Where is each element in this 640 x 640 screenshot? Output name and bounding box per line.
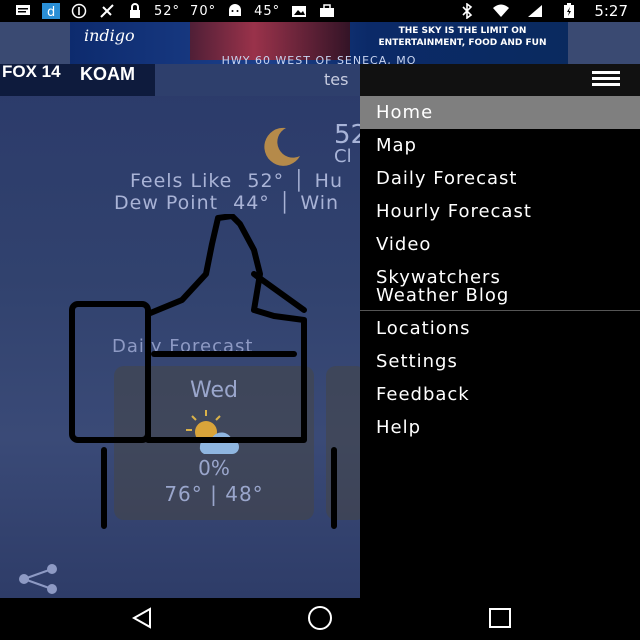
hamburger-menu-button[interactable] — [592, 71, 620, 89]
separator: │ — [293, 170, 306, 192]
drawer-item-feedback[interactable]: Feedback — [376, 386, 470, 404]
drawer-item-video[interactable]: Video — [376, 236, 431, 254]
dew-point-label: Dew Point — [114, 192, 219, 214]
signal-icon — [526, 3, 544, 19]
battery-charging-icon — [560, 3, 578, 19]
back-icon[interactable] — [130, 606, 154, 630]
drawer-item-locations[interactable]: Locations — [376, 320, 471, 338]
logo-fox: FOX 14 — [2, 64, 61, 81]
dew-point-value: 44° — [233, 192, 270, 214]
share-icon[interactable] — [16, 564, 60, 594]
menu-line — [592, 71, 620, 74]
fox-weather-icon — [98, 3, 116, 19]
home-icon[interactable] — [306, 606, 334, 630]
status-temp-1: 52° — [154, 3, 181, 19]
logo-koam: KOAM — [80, 64, 135, 84]
dew-point-row: Dew Point 44° │ Win — [114, 192, 339, 214]
message-icon — [14, 3, 32, 19]
drawer-item-hourly-forecast[interactable]: Hourly Forecast — [376, 203, 532, 221]
system-nav-bar — [0, 598, 640, 640]
status-bar: d 52° 70° 45° 5:27 — [0, 0, 640, 22]
menu-line — [592, 77, 620, 80]
app-bar: FOX 14 KOAM tes — [0, 64, 360, 96]
ad-logo: indigo — [84, 26, 135, 45]
svg-text:d: d — [47, 5, 55, 19]
wifi-icon — [492, 3, 510, 19]
separator: │ — [278, 192, 292, 214]
drawer-item-settings[interactable]: Settings — [376, 353, 458, 371]
drawer-item-map[interactable]: Map — [376, 137, 417, 155]
feels-like-row: Feels Like 52° │ Hu — [130, 170, 343, 192]
status-temp-2: 70° — [190, 3, 217, 19]
drawer-item-home[interactable]: Home — [376, 104, 433, 122]
feels-like-value: 52° — [247, 170, 285, 192]
weather-main: FOX 14 KOAM tes 52 Cl Feels Like 52° │ H… — [0, 64, 360, 598]
drawer-item-daily-forecast[interactable]: Daily Forecast — [376, 170, 517, 188]
wind-label: Win — [300, 192, 340, 214]
android-icon — [226, 3, 244, 19]
status-time: 5:27 — [594, 2, 628, 20]
drawer-item-skywatchers-blog[interactable]: Skywatchers Weather Blog — [376, 269, 546, 305]
current-condition: Cl — [334, 146, 352, 167]
feels-like-label: Feels Like — [130, 170, 233, 192]
drawer-header — [360, 64, 640, 96]
menu-line — [592, 83, 620, 86]
ad-headline-2: ENTERTAINMENT, FOOD AND FUN — [378, 38, 547, 48]
humidity-label: Hu — [314, 170, 343, 192]
status-temp-3: 45° — [254, 3, 281, 19]
moon-icon — [264, 127, 300, 166]
drawer-item-help[interactable]: Help — [376, 419, 421, 437]
app-d-icon: d — [42, 3, 60, 19]
recents-icon[interactable] — [488, 606, 512, 630]
ad-headline-1: THE SKY IS THE LIMIT ON — [398, 26, 527, 36]
station-logo: FOX 14 KOAM — [0, 64, 155, 96]
image-icon — [290, 3, 308, 19]
thumbs-up-icon — [69, 214, 337, 529]
briefcase-icon — [318, 3, 336, 19]
info-icon — [70, 3, 88, 19]
drawer-divider — [360, 310, 640, 311]
navigation-drawer: Home Map Daily Forecast Hourly Forecast … — [360, 64, 640, 598]
location-title: tes — [324, 70, 349, 89]
lock-icon — [126, 3, 144, 19]
bluetooth-icon — [458, 3, 476, 19]
ad-banner[interactable]: indigo THE SKY IS THE LIMIT ON ENTERTAIN… — [0, 22, 640, 67]
